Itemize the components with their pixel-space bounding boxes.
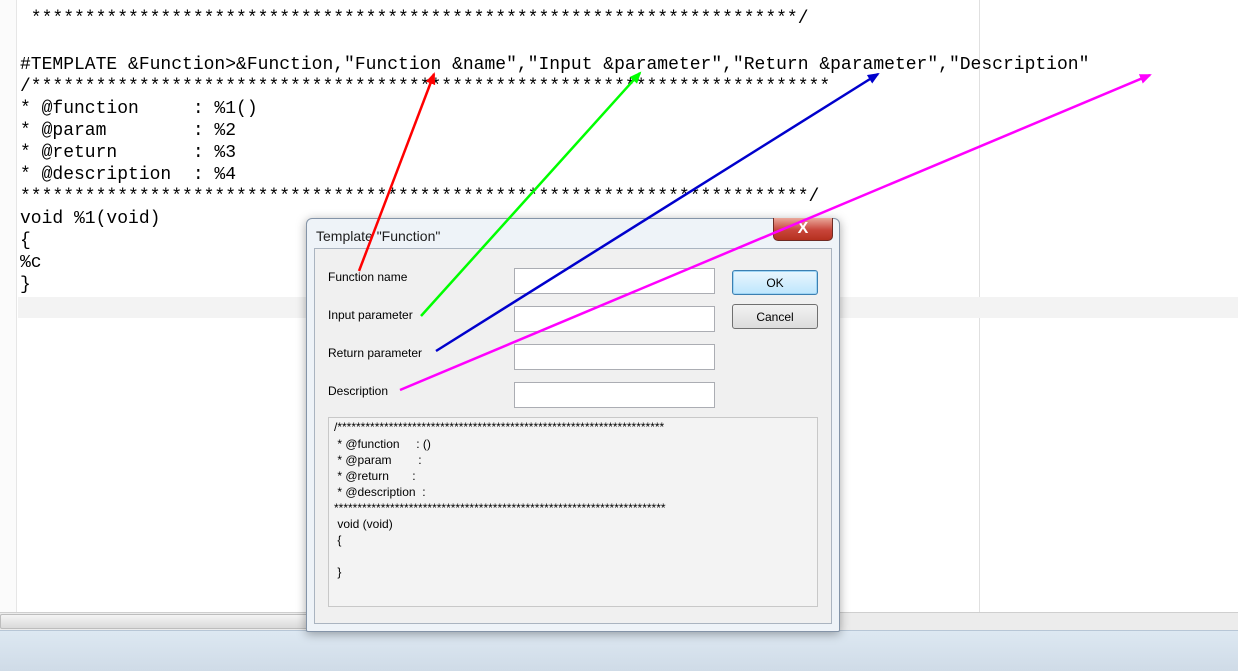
template-preview: /***************************************…: [328, 417, 818, 607]
preview-line: /***************************************…: [334, 420, 665, 434]
code-line: }: [20, 275, 31, 295]
code-line: void %1(void): [20, 209, 161, 229]
status-bar: [0, 630, 1238, 671]
description-input[interactable]: [514, 382, 715, 408]
close-button[interactable]: X: [773, 218, 833, 241]
cancel-button[interactable]: Cancel: [732, 304, 818, 329]
code-line: * @return : %3: [20, 143, 237, 163]
code-line: #TEMPLATE &Function>&Function,"Function …: [20, 55, 1090, 75]
input-parameter-label: Input parameter: [328, 308, 413, 322]
preview-line: * @function : (): [334, 437, 431, 451]
code-line: * @description : %4: [20, 165, 237, 185]
dialog-body: Function name Input parameter Return par…: [314, 248, 832, 624]
input-parameter-input[interactable]: [514, 306, 715, 332]
code-line: {: [20, 231, 31, 251]
return-parameter-input[interactable]: [514, 344, 715, 370]
function-name-label: Function name: [328, 270, 408, 284]
preview-line: ****************************************…: [334, 501, 666, 515]
preview-line: * @return :: [334, 469, 416, 483]
preview-line: * @description :: [334, 485, 426, 499]
code-line: * @function : %1(): [20, 99, 258, 119]
preview-line: {: [334, 533, 342, 547]
preview-line: * @param :: [334, 453, 422, 467]
return-parameter-label: Return parameter: [328, 346, 423, 360]
description-label: Description: [328, 384, 389, 398]
preview-line: void (void): [334, 517, 393, 531]
ok-button[interactable]: OK: [732, 270, 818, 295]
code-line: * @param : %2: [20, 121, 237, 141]
editor-gutter: [0, 0, 17, 612]
code-line: ****************************************…: [20, 9, 809, 29]
template-dialog: Template "Function" X Function name Inpu…: [306, 218, 840, 632]
code-line: /***************************************…: [20, 77, 831, 97]
code-line: ****************************************…: [20, 187, 820, 207]
preview-line: }: [334, 565, 342, 579]
code-line: %c: [20, 253, 42, 273]
function-name-input[interactable]: [514, 268, 715, 294]
dialog-title: Template "Function": [316, 228, 441, 244]
